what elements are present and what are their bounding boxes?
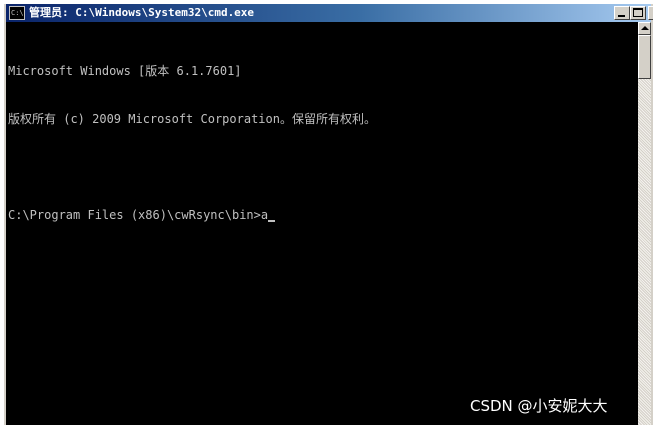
maximize-icon <box>633 8 643 17</box>
title-bar[interactable]: C:\ 管理员: C:\Windows\System32\cmd.exe <box>6 4 653 22</box>
console-output[interactable]: Microsoft Windows [版本 6.1.7601] 版权所有 (c)… <box>8 31 638 255</box>
window-title: 管理员: C:\Windows\System32\cmd.exe <box>29 6 255 19</box>
csdn-watermark: CSDN @小安妮大大 <box>470 397 608 415</box>
console-line-version: Microsoft Windows [版本 6.1.7601] <box>8 64 242 78</box>
console-line-copyright: 版权所有 (c) 2009 Microsoft Corporation。保留所有… <box>8 112 376 126</box>
command-prompt: C:\Program Files (x86)\cwRsync\bin>a <box>8 208 269 222</box>
minimize-button[interactable] <box>614 6 630 20</box>
console-prompt-line[interactable]: C:\Program Files (x86)\cwRsync\bin>a <box>8 207 638 223</box>
scroll-up-arrow-icon[interactable] <box>638 22 651 35</box>
vertical-scrollbar[interactable] <box>638 22 651 425</box>
text-cursor <box>268 220 276 222</box>
minimize-icon <box>618 15 625 17</box>
scroll-track[interactable] <box>638 79 651 425</box>
scroll-thumb[interactable] <box>638 35 651 79</box>
cmd-window: C:\ 管理员: C:\Windows\System32\cmd.exe Mic… <box>4 4 653 425</box>
close-button[interactable] <box>648 6 653 20</box>
cmd-icon[interactable]: C:\ <box>9 6 25 20</box>
maximize-button[interactable] <box>630 6 646 20</box>
